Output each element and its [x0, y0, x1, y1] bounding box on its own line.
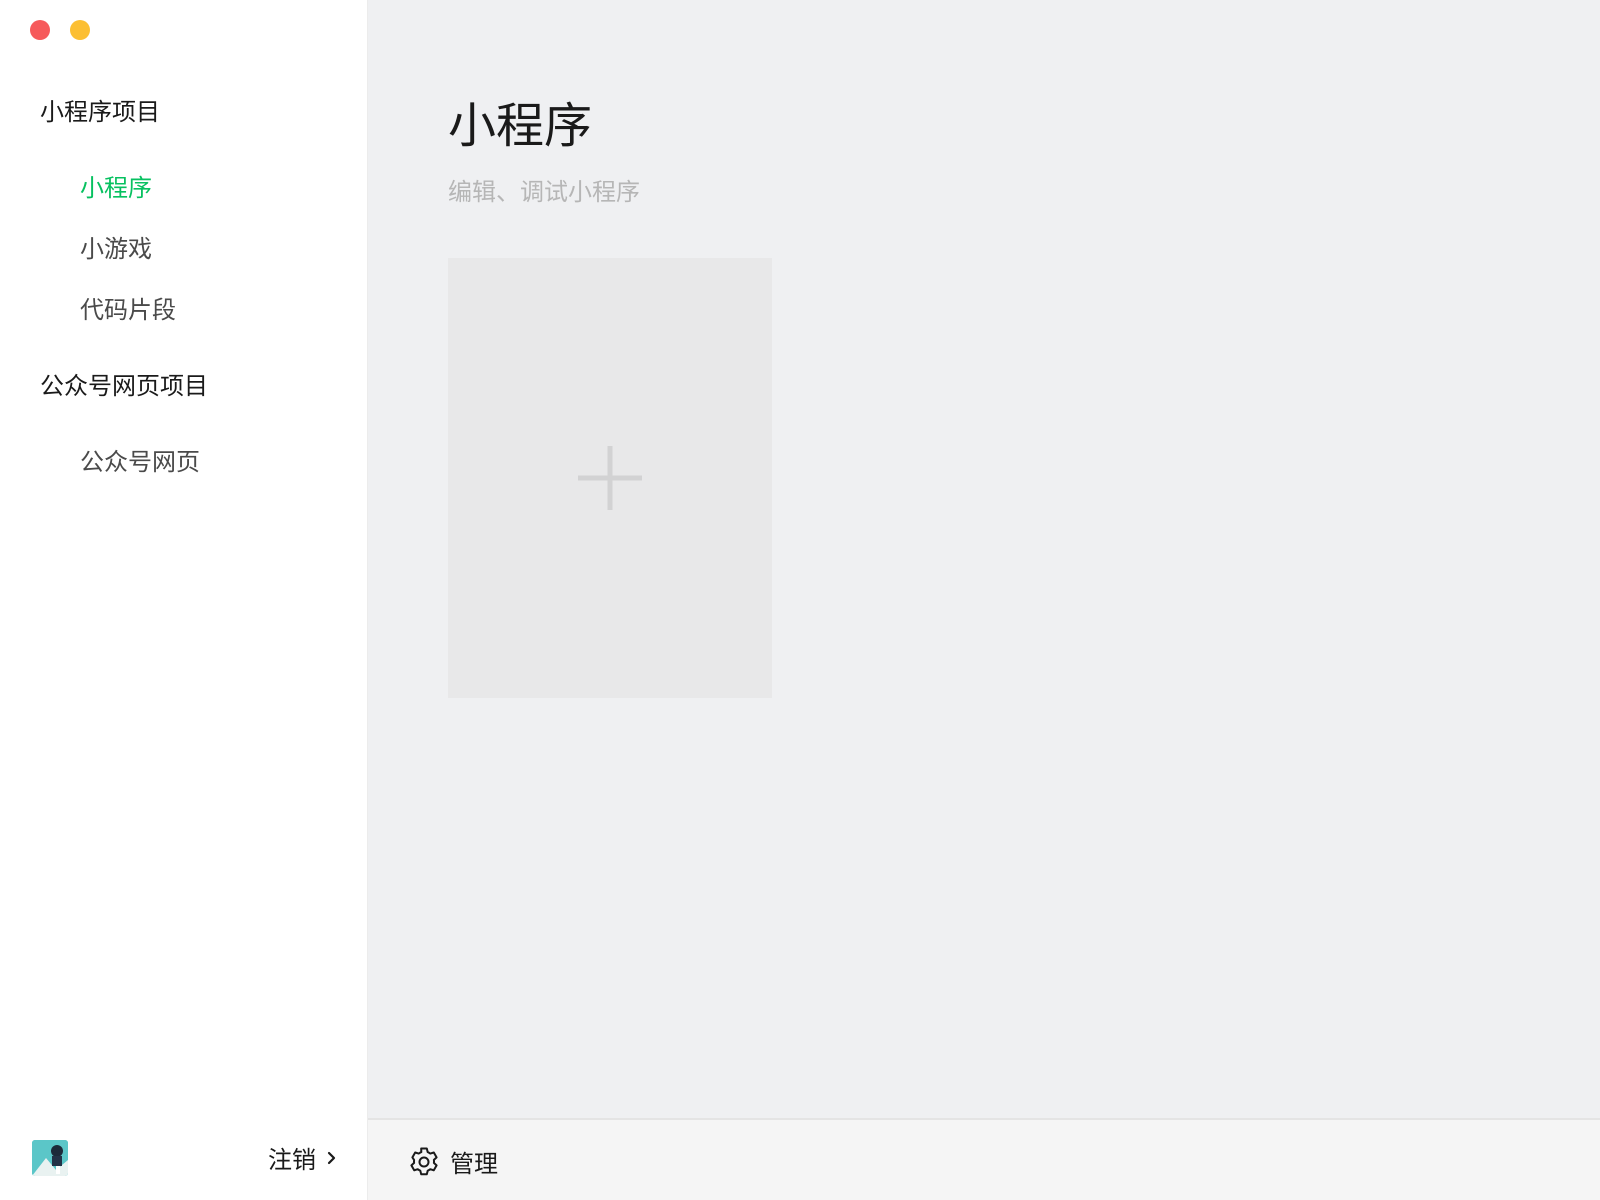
manage-button[interactable]: 管理: [408, 1144, 498, 1179]
sidebar-item-official-account-web[interactable]: 公众号网页: [80, 442, 200, 477]
page-title: 小程序: [448, 98, 593, 154]
close-window-button[interactable]: [30, 20, 50, 40]
sidebar-item-miniprogram[interactable]: 小程序: [80, 168, 152, 203]
sidebar-item-minigame[interactable]: 小游戏: [80, 229, 152, 264]
page-subtitle: 编辑、调试小程序: [448, 178, 640, 206]
sidebar-item-code-snippets[interactable]: 代码片段: [80, 290, 176, 325]
gear-icon: [410, 1147, 438, 1175]
window-controls: [30, 20, 90, 40]
logout-button[interactable]: 注销: [268, 1140, 338, 1175]
manage-label: 管理: [450, 1150, 498, 1178]
chevron-right-icon: [327, 1151, 336, 1164]
sidebar-footer: 注销: [0, 1120, 368, 1200]
user-avatar[interactable]: [32, 1140, 68, 1176]
logout-label: 注销: [268, 1146, 316, 1174]
plus-icon: [578, 446, 642, 510]
section-title-miniprogram-projects: 小程序项目: [40, 98, 160, 126]
sidebar: 小程序项目 小程序 小游戏 代码片段 公众号网页项目 公众号网页 注销: [0, 0, 368, 1200]
main-footer: 管理: [368, 1118, 1600, 1200]
main-content: 小程序 编辑、调试小程序 管理: [368, 0, 1600, 1200]
section-title-official-account-projects: 公众号网页项目: [40, 372, 208, 400]
avatar-image: [32, 1140, 68, 1176]
minimize-window-button[interactable]: [70, 20, 90, 40]
app-window: 小程序项目 小程序 小游戏 代码片段 公众号网页项目 公众号网页 注销 小程序 …: [0, 0, 1600, 1200]
new-project-card[interactable]: [448, 258, 772, 698]
